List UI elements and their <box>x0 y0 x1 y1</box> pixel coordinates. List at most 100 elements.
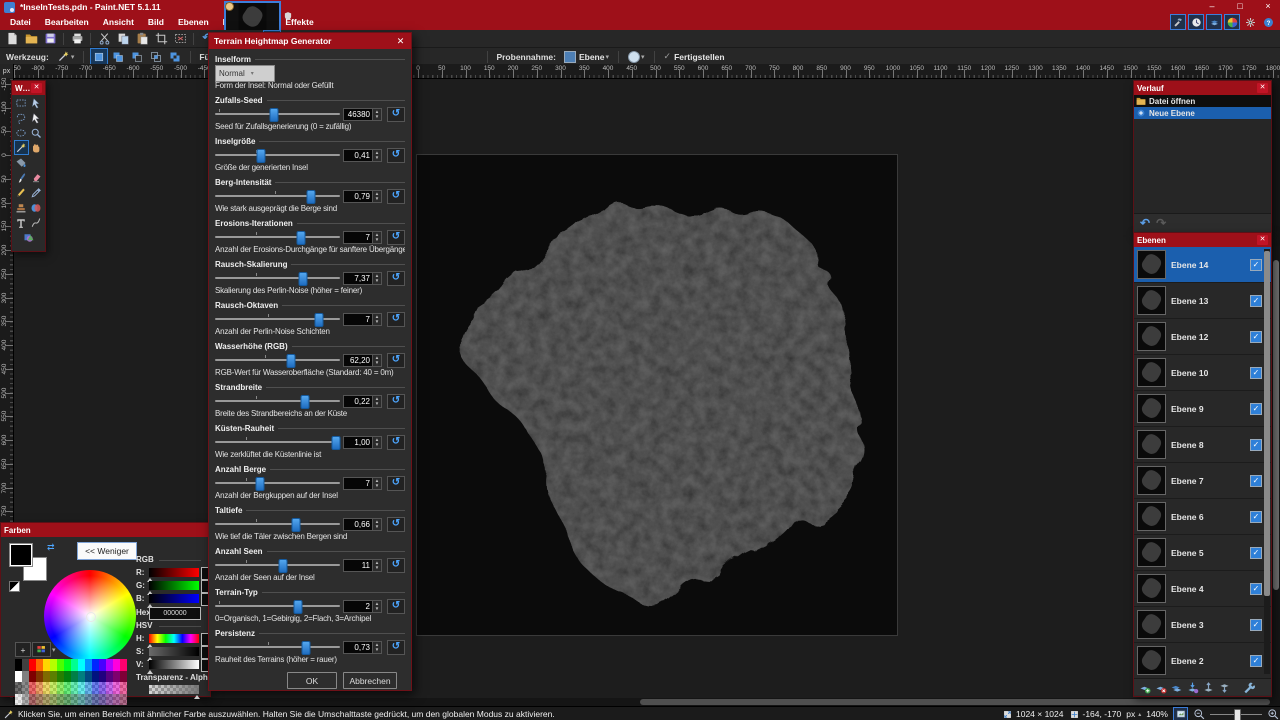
layer-visibility-checkbox[interactable]: ✓ <box>1250 331 1262 343</box>
layer-visibility-checkbox[interactable]: ✓ <box>1250 403 1262 415</box>
param-slider[interactable] <box>215 148 340 162</box>
help[interactable] <box>1260 14 1276 30</box>
palette-swatch[interactable] <box>50 682 57 694</box>
tool-pan[interactable] <box>29 140 44 155</box>
palette-swatch[interactable] <box>92 671 99 683</box>
tool-magic-wand[interactable] <box>14 140 29 155</box>
tool-rectangle-select[interactable] <box>14 95 29 110</box>
swap-colors-icon[interactable]: ⇄ <box>47 542 55 553</box>
palette-swatch[interactable] <box>15 694 22 706</box>
param-reset-button[interactable]: ↺ <box>387 517 405 532</box>
tool-shapes[interactable] <box>21 230 36 245</box>
tool-line-curve[interactable] <box>29 215 44 230</box>
param-value-input[interactable]: 7 <box>343 231 372 244</box>
layer-properties-button[interactable] <box>1242 681 1255 694</box>
colors-window-titlebar[interactable]: Farben <box>1 523 210 537</box>
param-slider[interactable] <box>215 230 340 244</box>
palette-swatch[interactable] <box>99 682 106 694</box>
primary-color-swatch[interactable] <box>9 543 33 567</box>
cancel-button[interactable]: Abbrechen <box>343 672 397 689</box>
layer-visibility-checkbox[interactable]: ✓ <box>1250 511 1262 523</box>
zoom-in-icon[interactable] <box>1267 708 1279 720</box>
blue-slider[interactable] <box>149 594 199 603</box>
palette-swatch[interactable] <box>64 694 71 706</box>
param-reset-button[interactable]: ↺ <box>387 435 405 450</box>
undo-button[interactable]: ↶ <box>1140 218 1150 229</box>
layer-row[interactable]: Ebene 3 ✓ <box>1134 607 1271 643</box>
layer-visibility-checkbox[interactable]: ✓ <box>1250 547 1262 559</box>
layer-row[interactable]: Ebene 4 ✓ <box>1134 571 1271 607</box>
palette-swatch[interactable] <box>99 694 106 706</box>
red-slider[interactable] <box>149 568 199 577</box>
palette-swatch[interactable] <box>120 659 127 671</box>
palette-swatch[interactable] <box>71 682 78 694</box>
palette-swatch[interactable] <box>36 682 43 694</box>
param-reset-button[interactable]: ↺ <box>387 107 405 122</box>
cut-button[interactable] <box>95 30 113 47</box>
palette-swatch[interactable] <box>50 694 57 706</box>
palette-swatch[interactable] <box>29 659 36 671</box>
palette-swatch[interactable] <box>92 682 99 694</box>
layer-row[interactable]: Ebene 5 ✓ <box>1134 535 1271 571</box>
paste-button[interactable] <box>133 30 151 47</box>
slider-thumb[interactable] <box>293 600 302 614</box>
layer-row[interactable]: Ebene 8 ✓ <box>1134 427 1271 463</box>
chevron-down-icon[interactable]: ▾ <box>52 646 56 654</box>
palette-swatch[interactable] <box>85 682 92 694</box>
param-spinner[interactable]: ▲▼ <box>372 272 382 285</box>
palette-swatch[interactable] <box>43 682 50 694</box>
palette-swatch[interactable] <box>113 694 120 706</box>
finish-button[interactable]: ✓ Fertigstellen <box>661 49 728 64</box>
history-item-neue-ebene[interactable]: Neue Ebene <box>1134 107 1271 119</box>
palette-swatch[interactable] <box>78 682 85 694</box>
palette-swatch[interactable] <box>29 671 36 683</box>
copy-button[interactable] <box>114 30 132 47</box>
palette-swatch[interactable] <box>78 671 85 683</box>
param-reset-button[interactable]: ↺ <box>387 148 405 163</box>
palette-swatch[interactable] <box>36 694 43 706</box>
param-spinner[interactable]: ▲▼ <box>372 313 382 326</box>
param-reset-button[interactable]: ↺ <box>387 189 405 204</box>
zoom-fit-button[interactable] <box>1173 707 1188 720</box>
param-slider[interactable] <box>215 189 340 203</box>
param-value-input[interactable]: 0,79 <box>343 190 372 203</box>
param-value-input[interactable]: 0,22 <box>343 395 372 408</box>
layers-window-titlebar[interactable]: Ebenen ✕ <box>1134 233 1271 247</box>
delete-layer-button[interactable] <box>1154 681 1167 694</box>
palette-swatch[interactable] <box>106 694 113 706</box>
deselect-button[interactable] <box>171 30 189 47</box>
layer-visibility-checkbox[interactable]: ✓ <box>1250 439 1262 451</box>
param-slider[interactable] <box>215 394 340 408</box>
layer-visibility-checkbox[interactable]: ✓ <box>1250 367 1262 379</box>
ok-button[interactable]: OK <box>287 672 337 689</box>
saturation-slider[interactable] <box>149 647 199 656</box>
selection-mode-xor[interactable] <box>166 48 184 65</box>
new-file-button[interactable] <box>3 30 21 47</box>
close-button[interactable]: × <box>1262 1 1274 11</box>
alpha-slider[interactable] <box>149 685 199 694</box>
selection-mode-subtract[interactable] <box>128 48 146 65</box>
unit-dropdown[interactable]: px ▴ <box>1126 709 1141 719</box>
open-file-button[interactable] <box>22 30 40 47</box>
palette-swatch[interactable] <box>22 694 29 706</box>
inselform-dropdown[interactable]: Normal ▾ <box>215 65 275 82</box>
palette-menu-button[interactable] <box>32 642 51 657</box>
close-icon[interactable]: ✕ <box>1257 235 1268 245</box>
param-value-input[interactable]: 0,66 <box>343 518 372 531</box>
add-palette-color-button[interactable]: + <box>15 642 31 657</box>
param-slider[interactable] <box>215 312 340 326</box>
layer-row[interactable]: Ebene 9 ✓ <box>1134 391 1271 427</box>
slider-thumb[interactable] <box>287 354 296 368</box>
param-slider[interactable] <box>215 599 340 613</box>
image-tab[interactable] <box>224 1 281 33</box>
palette-swatch[interactable] <box>106 659 113 671</box>
palette-swatch[interactable] <box>29 682 36 694</box>
duplicate-layer-button[interactable] <box>1170 681 1183 694</box>
param-spinner[interactable]: ▲▼ <box>372 559 382 572</box>
selection-mode-intersect[interactable] <box>147 48 165 65</box>
tool-eraser[interactable] <box>29 170 44 185</box>
zoom-slider-thumb[interactable] <box>1234 709 1241 720</box>
menu-bild[interactable]: Bild <box>142 15 170 30</box>
palette-swatch[interactable] <box>43 659 50 671</box>
palette-swatch[interactable] <box>64 671 71 683</box>
